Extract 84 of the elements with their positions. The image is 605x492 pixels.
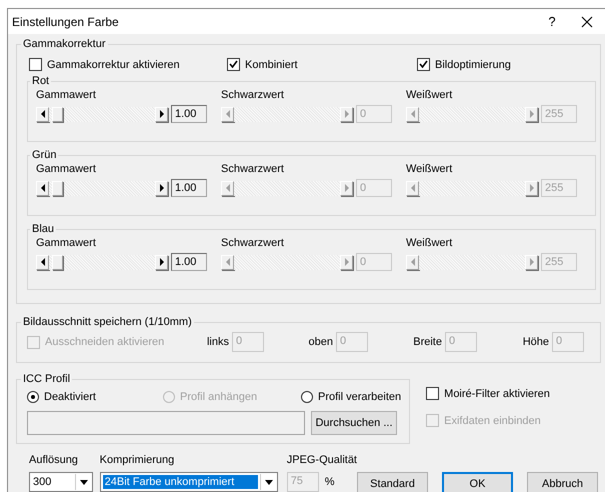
slider-label: Weißwert <box>406 89 454 101</box>
input-field[interactable]: 0 <box>336 332 368 352</box>
field-label: links <box>206 336 229 348</box>
group-label: Gammakorrektur <box>22 38 107 50</box>
triangle-left-icon <box>40 257 46 267</box>
triangle-left-icon <box>224 183 230 193</box>
checkbox[interactable] <box>426 387 440 400</box>
input-field[interactable] <box>27 411 305 435</box>
checkbox-label: Moiré-Filter aktivieren <box>444 388 550 400</box>
dialog-button[interactable]: Standard <box>357 472 428 492</box>
radio-button[interactable] <box>27 391 39 403</box>
scroll-left-button[interactable] <box>36 180 49 196</box>
scroll-left-button[interactable] <box>36 106 49 122</box>
slider-thumb[interactable] <box>52 180 64 196</box>
slider-label: Schwarzwert <box>221 237 285 249</box>
field-label: JPEG-Qualität <box>286 454 357 466</box>
triangle-right-icon <box>344 257 350 267</box>
group-label: Rot <box>31 75 50 87</box>
slider-thumb[interactable] <box>52 106 64 122</box>
dialog-button[interactable]: Abbruch <box>527 472 598 492</box>
field-label: Komprimierung <box>100 454 176 466</box>
checkbox-label: Bildoptimierung <box>435 58 511 70</box>
triangle-right-icon <box>158 183 164 193</box>
scroll-left-button[interactable] <box>36 254 49 270</box>
triangle-left-icon <box>410 183 416 193</box>
browse-button[interactable]: Durchsuchen ... <box>311 411 397 435</box>
checkbox[interactable] <box>417 58 430 71</box>
dialog-button[interactable]: OK <box>442 472 513 492</box>
field-label: Breite <box>413 336 442 348</box>
triangle-right-icon <box>158 109 164 119</box>
checkbox-label: Gammakorrektur aktivieren <box>47 58 180 70</box>
triangle-right-icon <box>528 257 534 267</box>
input-field[interactable]: 0 <box>445 332 477 352</box>
input-field[interactable]: 0 <box>232 332 264 352</box>
field-label: Höhe <box>522 336 549 348</box>
triangle-right-icon <box>344 183 350 193</box>
slider-label: Weißwert <box>406 163 454 175</box>
triangle-left-icon <box>224 257 230 267</box>
slider-label: Gammawert <box>36 237 97 249</box>
value-field[interactable]: 1.00 <box>171 179 207 197</box>
value-field[interactable]: 1.00 <box>171 253 207 271</box>
checkbox[interactable] <box>29 58 42 71</box>
group-label: Blau <box>31 223 56 235</box>
triangle-right-icon <box>528 183 534 193</box>
help-button[interactable]: ? <box>537 14 567 29</box>
slider-label: Weißwert <box>406 237 454 249</box>
triangle-left-icon <box>40 109 46 119</box>
unit-label: % <box>324 476 334 488</box>
triangle-right-icon <box>528 109 534 119</box>
group-label: Grün <box>31 149 58 161</box>
slider-label: Schwarzwert <box>221 163 285 175</box>
dropdown[interactable]: 300 <box>29 472 93 492</box>
field-label: oben <box>308 336 333 348</box>
checkbox-label: Exifdaten einbinden <box>444 414 541 426</box>
group-label: Bildausschnitt speichern (1/10mm) <box>22 316 193 328</box>
slider-label: Schwarzwert <box>221 89 285 101</box>
slider-label: Gammawert <box>36 89 97 101</box>
field-label: Auflösung <box>29 454 79 466</box>
triangle-left-icon <box>410 109 416 119</box>
close-icon[interactable] <box>581 16 593 28</box>
triangle-left-icon <box>410 257 416 267</box>
triangle-left-icon <box>224 109 230 119</box>
window-title: Einstellungen Farbe <box>12 14 120 28</box>
checkbox-label: Kombiniert <box>245 58 298 70</box>
dropdown-arrow-icon <box>80 480 88 484</box>
scroll-right-button[interactable] <box>155 180 168 196</box>
radio-label: Profil verarbeiten <box>318 391 402 403</box>
value-field[interactable]: 1.00 <box>171 105 207 123</box>
radio-label: Profil anhängen <box>180 391 258 403</box>
dropdown[interactable]: 24Bit Farbe unkomprimiert <box>100 472 278 492</box>
scroll-right-button[interactable] <box>155 106 168 122</box>
triangle-right-icon <box>158 257 164 267</box>
radio-button[interactable] <box>301 391 313 403</box>
checkbox-label: Ausschneiden aktivieren <box>45 336 164 348</box>
group-label: ICC Profil <box>22 373 72 385</box>
slider-thumb[interactable] <box>52 254 64 270</box>
scroll-right-button[interactable] <box>155 254 168 270</box>
triangle-right-icon <box>344 109 350 119</box>
triangle-left-icon <box>40 183 46 193</box>
input-field[interactable]: 0 <box>552 332 584 352</box>
checkbox[interactable] <box>227 58 240 71</box>
slider-label: Gammawert <box>36 163 97 175</box>
radio-label: Deaktiviert <box>44 391 96 403</box>
dropdown-arrow-icon <box>264 480 273 484</box>
